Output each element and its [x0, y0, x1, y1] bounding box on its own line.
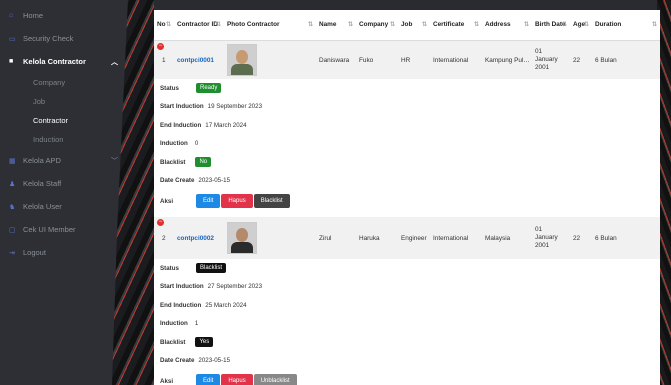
table-row[interactable]: − 1 contpci0001 Daniswara Fuko HR Intern…: [154, 41, 660, 79]
sidebar-item-security-check[interactable]: ▭ Security Check: [0, 27, 140, 50]
row-detail: Status Ready Start Induction 19 September …: [154, 79, 660, 212]
unblacklist-button[interactable]: Unblacklist: [253, 374, 297, 385]
sidebar-item-kelola-contractor[interactable]: ■ Kelola Contractor ︿: [0, 50, 140, 73]
collapse-icon[interactable]: −: [157, 219, 164, 226]
detail-start-induction: Start Induction 27 September 2023: [160, 283, 263, 291]
home-icon: ⌂: [9, 12, 14, 19]
col-duration[interactable]: Duration ⇅: [592, 21, 660, 29]
sidebar-sub-contractor[interactable]: Contractor: [0, 111, 140, 130]
cell-duration: 6 Bulan: [595, 56, 617, 64]
blacklist-button[interactable]: Blacklist: [253, 194, 290, 208]
grid-icon: ▦: [9, 157, 16, 165]
collapse-icon[interactable]: −: [157, 43, 164, 50]
detail-end-induction: End Induction 17 March 2024: [160, 121, 247, 129]
col-address[interactable]: Address ⇅: [482, 21, 532, 29]
cell-certificate: International: [433, 234, 469, 242]
sort-icon: ⇅: [347, 22, 353, 28]
table-row[interactable]: − 2 contpci0002 Zirul Haruka Engineer In…: [154, 217, 660, 259]
detail-date-create: Date Create 2023-05-15: [160, 357, 231, 365]
cell-photo: [224, 44, 316, 76]
col-age[interactable]: Age ⇅: [570, 21, 592, 29]
cell-name: Daniswara: [319, 56, 350, 64]
col-no[interactable]: No ⇅: [154, 21, 174, 29]
detail-blacklist: Blacklist No: [160, 153, 660, 172]
sort-icon: ⇅: [421, 22, 427, 28]
sidebar-sub-job[interactable]: Job: [0, 92, 140, 111]
detail-induction: Induction 1: [160, 320, 199, 328]
sidebar-sub-company[interactable]: Company: [0, 73, 140, 92]
cell-no: 2: [162, 234, 166, 242]
users-icon: ♞: [9, 203, 16, 211]
sort-icon: ⇅: [583, 22, 589, 28]
cell-company: Fuko: [359, 56, 374, 64]
cell-birth-date: 01 January 2001: [535, 226, 558, 249]
col-job[interactable]: Job ⇅: [398, 21, 430, 29]
sort-icon: ⇅: [215, 22, 221, 28]
sort-icon: ⇅: [473, 22, 479, 28]
cell-certificate: International: [433, 56, 469, 64]
row-detail: Status Blacklist Start Induction 27 Septem…: [154, 259, 660, 385]
detail-actions: Aksi Edit Hapus Unblacklist: [160, 370, 660, 385]
chevron-up-icon: ︿: [111, 58, 118, 66]
cell-job: Engineer: [401, 234, 427, 242]
edit-button[interactable]: Edit: [196, 194, 221, 208]
detail-start-induction: Start Induction 19 September 2023: [160, 103, 263, 111]
detail-actions: Aksi Edit Hapus Blacklist: [160, 190, 660, 212]
col-photo[interactable]: Photo Contractor ⇅: [224, 21, 316, 29]
cell-name: Zirul: [319, 234, 332, 242]
sidebar-item-kelola-apd[interactable]: ▦ Kelola APD ﹀: [0, 149, 140, 172]
cell-address: Malaysia: [485, 234, 511, 242]
contractor-photo: [227, 44, 257, 76]
user-icon: ♟: [9, 180, 16, 188]
contractor-photo: [227, 222, 257, 254]
blacklist-badge: Yes: [195, 337, 214, 348]
monitor-icon: ▢: [9, 226, 16, 234]
cell-photo: [224, 222, 316, 254]
cell-duration: 6 Bulan: [595, 234, 617, 242]
shield-icon: ▭: [9, 35, 16, 43]
detail-status: Status Ready: [160, 79, 660, 98]
cell-job: HR: [401, 56, 411, 64]
detail-end-induction: End Induction 25 March 2024: [160, 301, 247, 309]
cell-no: 1: [162, 56, 166, 64]
detail-date-create: Date Create 2023-05-15: [160, 177, 231, 185]
table-header: No ⇅ Contractor ID ⇅ Photo Contractor ⇅ Nam…: [154, 10, 660, 41]
sort-icon: ⇅: [523, 22, 529, 28]
chevron-down-icon: ﹀: [111, 157, 118, 165]
cell-address: Kampung Pulu...: [485, 56, 532, 64]
cell-birth-date: 01 January 2001: [535, 48, 558, 71]
contractor-table-panel: No ⇅ Contractor ID ⇅ Photo Contractor ⇅ Nam…: [154, 10, 660, 385]
status-badge: Ready: [196, 83, 222, 94]
detail-status: Status Blacklist: [160, 259, 660, 278]
sidebar-item-home[interactable]: ⌂ Home: [0, 4, 140, 27]
cell-contractor-id: contpci0001: [177, 56, 214, 64]
edit-button[interactable]: Edit: [196, 374, 221, 385]
cell-age: 22: [573, 56, 581, 64]
col-company[interactable]: Company ⇅: [356, 21, 398, 29]
detail-induction: Induction 0: [160, 140, 199, 148]
hapus-button[interactable]: Hapus: [221, 194, 253, 208]
sidebar-sub-induction[interactable]: Induction: [0, 130, 140, 149]
blacklist-badge: No: [195, 157, 212, 168]
status-badge: Blacklist: [196, 263, 227, 274]
col-certificate[interactable]: Certificate ⇅: [430, 21, 482, 29]
col-birth-date[interactable]: Birth Date ⇅: [532, 21, 570, 29]
col-name[interactable]: Name ⇅: [316, 21, 356, 29]
sort-icon: ⇅: [165, 22, 171, 28]
detail-blacklist: Blacklist Yes: [160, 333, 660, 352]
sort-icon: ⇅: [389, 22, 395, 28]
sort-icon: ⇅: [561, 22, 567, 28]
cell-contractor-id: contpci0002: [177, 234, 214, 242]
sort-icon: ⇅: [651, 22, 657, 28]
cell-age: 22: [573, 234, 581, 242]
folder-icon: ■: [9, 58, 14, 65]
cell-company: Haruka: [359, 234, 380, 242]
hapus-button[interactable]: Hapus: [221, 374, 253, 385]
sort-icon: ⇅: [307, 22, 313, 28]
col-contractor-id[interactable]: Contractor ID ⇅: [174, 21, 224, 29]
logout-icon: ⇥: [9, 249, 15, 257]
